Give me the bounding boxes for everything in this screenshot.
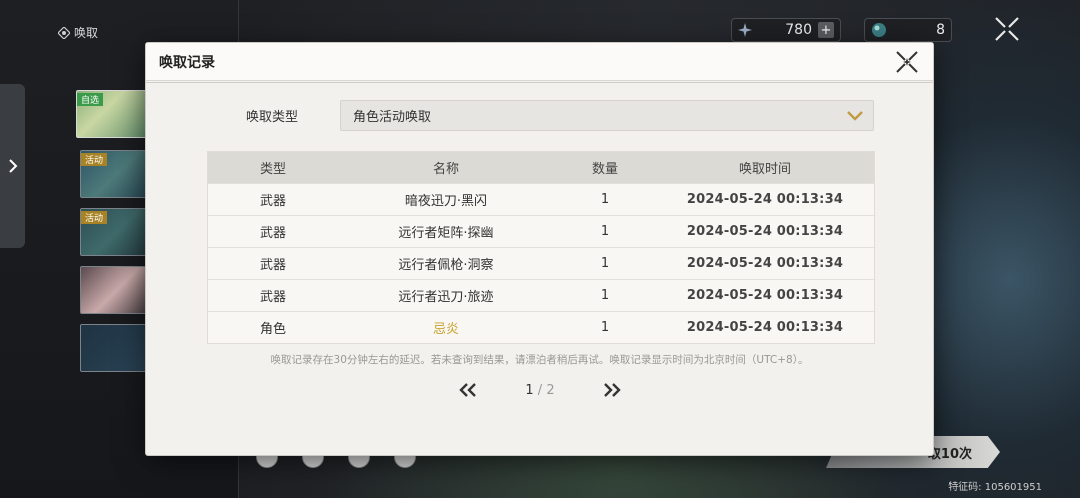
cell-qty: 1 [600, 224, 610, 239]
banner-thumb-5[interactable] [80, 324, 154, 372]
summon-ten-label: 取10次 [927, 446, 972, 462]
delay-notice: 唤取记录存在30分钟左右的延迟。若未查询到结果，请漂泊者稍后再试。唤取记录显示时… [270, 354, 809, 366]
summon-header-label: 唤取 [74, 26, 99, 40]
total-pages: 2 [546, 382, 555, 398]
banner-thumb-4[interactable] [80, 266, 154, 314]
banner-thumb-1[interactable]: 自选 [76, 90, 150, 138]
currency-star: 780 + [731, 18, 841, 42]
summon-icon [58, 26, 70, 39]
currency-orb-value: 8 [936, 22, 945, 38]
double-chevron-left-icon [459, 383, 476, 397]
cell-time: 2024-05-24 00:13:34 [686, 192, 844, 207]
cell-time: 2024-05-24 00:13:34 [686, 224, 844, 239]
cell-type: 武器 [259, 194, 286, 209]
pagination: 1 / 2 [458, 380, 622, 400]
cell-time: 2024-05-24 00:13:34 [686, 320, 844, 335]
close-x-icon[interactable] [895, 50, 919, 74]
table-row: 武器 暗夜迅刀·黑闪 1 2024-05-24 00:13:34 [208, 183, 874, 215]
orb-currency-icon [872, 23, 886, 37]
column-header-type: 类型 [259, 162, 286, 177]
double-chevron-right-icon [604, 383, 621, 397]
chevron-right-icon [8, 159, 17, 173]
cell-type: 武器 [259, 258, 286, 273]
cell-name: 远行者佩枪·洞察 [398, 258, 494, 273]
column-header-qty: 数量 [591, 162, 618, 177]
cell-type: 角色 [259, 322, 286, 337]
table-header: 类型 名称 数量 唤取时间 [208, 152, 874, 183]
table-row: 武器 远行者佩枪·洞察 1 2024-05-24 00:13:34 [208, 247, 874, 279]
banner-thumb-2[interactable]: 活动 [80, 150, 154, 198]
column-header-time: 唤取时间 [738, 162, 791, 177]
summon-type-row: 唤取类型 角色活动唤取 [246, 100, 874, 131]
table-row: 角色 忌炎 1 2024-05-24 00:13:34 [208, 311, 874, 343]
summon-header: 唤取 [58, 24, 98, 41]
cell-time: 2024-05-24 00:13:34 [686, 256, 844, 271]
column-header-name: 名称 [432, 162, 459, 177]
feature-code: 特征码: 105601951 [948, 482, 1042, 493]
cell-qty: 1 [600, 320, 610, 335]
next-page-button[interactable] [602, 380, 622, 400]
plus-icon[interactable]: + [818, 22, 834, 38]
dialog-title: 唤取记录 [159, 54, 215, 71]
close-x-icon[interactable] [994, 16, 1020, 42]
cell-name: 远行者矩阵·探幽 [398, 226, 494, 241]
banner-tag: 自选 [77, 93, 104, 106]
cell-qty: 1 [600, 256, 610, 271]
cell-name: 远行者迅刀·旅迹 [398, 290, 494, 305]
current-page: 1 [525, 382, 534, 398]
cell-qty: 1 [600, 192, 610, 207]
currency-star-value: 780 [785, 22, 812, 38]
dialog-header: 唤取记录 [146, 43, 933, 83]
cell-type: 武器 [259, 226, 286, 241]
summon-type-label: 唤取类型 [246, 110, 299, 125]
banner-thumb-3[interactable]: 活动 [80, 208, 154, 256]
cell-type: 武器 [259, 290, 286, 305]
summon-type-value: 角色活动唤取 [353, 110, 432, 125]
page-separator: / [537, 382, 543, 398]
summon-record-dialog: 唤取记录 唤取类型 角色活动唤取 类型 名称 数量 唤取时间 武器 暗夜迅刀·黑… [146, 43, 933, 455]
cell-qty: 1 [600, 288, 610, 303]
record-table: 类型 名称 数量 唤取时间 武器 暗夜迅刀·黑闪 1 2024-05-24 00… [207, 151, 875, 344]
banner-tag: 活动 [81, 211, 108, 224]
currency-orb: 8 [864, 18, 952, 42]
banner-tag: 活动 [81, 153, 108, 166]
side-expand-tab[interactable] [0, 84, 25, 248]
prev-page-button[interactable] [458, 380, 478, 400]
page-indicator: 1 / 2 [525, 383, 554, 398]
star-currency-icon [738, 23, 752, 37]
cell-name: 暗夜迅刀·黑闪 [404, 194, 488, 209]
summon-type-select[interactable]: 角色活动唤取 [340, 100, 874, 131]
table-row: 武器 远行者矩阵·探幽 1 2024-05-24 00:13:34 [208, 215, 874, 247]
cell-name: 忌炎 [432, 322, 459, 337]
cell-time: 2024-05-24 00:13:34 [686, 288, 844, 303]
table-row: 武器 远行者迅刀·旅迹 1 2024-05-24 00:13:34 [208, 279, 874, 311]
chevron-down-icon [847, 110, 863, 121]
